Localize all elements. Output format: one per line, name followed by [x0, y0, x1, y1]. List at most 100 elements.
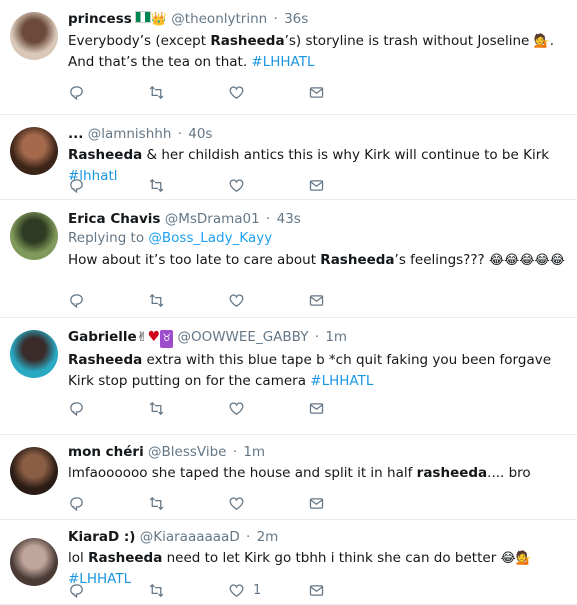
retweet-icon [148, 495, 165, 512]
reply-icon [68, 582, 85, 599]
envelope-icon [308, 177, 325, 194]
reply-button[interactable] [68, 493, 148, 513]
direct-message-button[interactable] [308, 580, 388, 600]
tweet-actions: 1 [68, 580, 388, 600]
display-name[interactable]: Gabrielle [68, 329, 137, 345]
retweet-button[interactable] [148, 290, 228, 310]
retweet-icon [148, 84, 165, 101]
display-name[interactable]: princess [68, 11, 132, 27]
nigeria-flag-icon [134, 11, 151, 23]
reply-to-link[interactable]: @Boss_Lady_Kayy [148, 230, 272, 246]
envelope-icon [308, 582, 325, 599]
retweet-button[interactable] [148, 175, 228, 195]
highlighted-keyword: Rasheeda [68, 352, 143, 368]
direct-message-button[interactable] [308, 290, 388, 310]
tweet-actions [68, 290, 388, 310]
text-segment: need to let Kirk go tbhh i think she can… [162, 550, 501, 566]
tweet-text: Everybody’s (except Rasheeda’s) storylin… [68, 31, 569, 73]
tweet[interactable]: princess 👑 @theonlytrinn · 36s Everybody’s… [0, 0, 577, 115]
tweet-actions [68, 82, 388, 102]
user-handle[interactable]: @KiaraaaaaaD [140, 529, 240, 545]
user-handle[interactable]: @theonlytrinn [171, 11, 267, 27]
reply-button[interactable] [68, 290, 148, 310]
like-icon [228, 292, 245, 309]
retweet-button[interactable] [148, 580, 228, 600]
tweet[interactable]: Gabrielle✌♥ ♉ @OOWWEE_GABBY · 1m Rasheeda … [0, 318, 577, 435]
reply-button[interactable] [68, 82, 148, 102]
direct-message-button[interactable] [308, 493, 388, 513]
display-name[interactable]: ... [68, 126, 83, 142]
reply-button[interactable] [68, 175, 148, 195]
timestamp[interactable]: 1m [243, 444, 265, 460]
timestamp[interactable]: 36s [284, 11, 308, 27]
tweet[interactable]: Erica Chavis @MsDrama01 · 43s Replying to… [0, 200, 577, 318]
user-handle[interactable]: @OOWWEE_GABBY [177, 329, 308, 345]
text-segment: ’s feelings??? [394, 252, 489, 268]
hashtag-link[interactable]: #LHHATL [251, 54, 314, 70]
display-name[interactable]: KiaraD :) [68, 529, 135, 545]
highlighted-keyword: Rasheeda [320, 252, 395, 268]
avatar[interactable] [10, 212, 58, 260]
display-name[interactable]: mon chéri [68, 444, 144, 460]
like-button[interactable] [228, 290, 308, 310]
separator-dot: · [261, 211, 275, 227]
separator-dot: · [269, 11, 283, 27]
like-button[interactable] [228, 175, 308, 195]
like-icon [228, 400, 245, 417]
envelope-icon [308, 84, 325, 101]
highlighted-keyword: Rasheeda [88, 550, 163, 566]
tweet-header: mon chéri @BlessVibe · 1m [68, 443, 569, 461]
tweet[interactable]: mon chéri @BlessVibe · 1m lmfaoooooo she … [0, 435, 577, 520]
avatar[interactable] [10, 447, 58, 495]
like-button[interactable] [228, 398, 308, 418]
user-handle[interactable]: @MsDrama01 [165, 211, 260, 227]
separator-dot: · [241, 529, 255, 545]
direct-message-button[interactable] [308, 175, 388, 195]
avatar[interactable] [10, 538, 58, 586]
user-handle[interactable]: @BlessVibe [148, 444, 226, 460]
separator-dot: · [228, 444, 242, 460]
reply-icon [68, 292, 85, 309]
avatar[interactable] [10, 127, 58, 175]
direct-message-button[interactable] [308, 82, 388, 102]
retweet-icon [148, 400, 165, 417]
tweet-actions [68, 175, 388, 195]
tweet-text: How about it’s too late to care about Ra… [68, 250, 569, 271]
emoji: 💁 [533, 34, 550, 49]
separator-dot: · [173, 126, 187, 142]
reply-button[interactable] [68, 398, 148, 418]
replying-to: Replying to @Boss_Lady_Kayy [68, 228, 569, 248]
tweet-header: princess 👑 @theonlytrinn · 36s [68, 10, 569, 29]
tweet[interactable]: KiaraD :) @KiaraaaaaaD · 2m lol Rasheeda … [0, 520, 577, 605]
highlighted-keyword: Rasheeda [68, 147, 143, 163]
user-handle[interactable]: @lamnishhh [88, 126, 172, 142]
like-button[interactable] [228, 82, 308, 102]
retweet-button[interactable] [148, 82, 228, 102]
timestamp[interactable]: 40s [188, 126, 212, 142]
reply-button[interactable] [68, 580, 148, 600]
victory-hand-icon: ✌ [136, 330, 148, 345]
emoji: 😂💁 [500, 551, 532, 566]
timestamp[interactable]: 43s [277, 211, 301, 227]
tweet[interactable]: ... @lamnishhh · 40s Rasheeda & her child… [0, 115, 577, 200]
text-segment: ’s) storyline is trash without Joseline [284, 33, 534, 49]
tweet-actions [68, 493, 388, 513]
like-icon [228, 84, 245, 101]
timestamp[interactable]: 2m [257, 529, 279, 545]
text-segment: lmfaoooooo she taped the house and split… [68, 465, 417, 481]
direct-message-button[interactable] [308, 398, 388, 418]
text-segment: How about it’s too late to care about [68, 252, 321, 268]
display-name[interactable]: Erica Chavis [68, 211, 160, 227]
avatar[interactable] [10, 12, 58, 60]
like-button[interactable] [228, 493, 308, 513]
timestamp[interactable]: 1m [325, 329, 347, 345]
retweet-icon [148, 177, 165, 194]
like-icon [228, 495, 245, 512]
like-button[interactable]: 1 [228, 580, 308, 600]
avatar[interactable] [10, 330, 58, 378]
retweet-button[interactable] [148, 493, 228, 513]
retweet-button[interactable] [148, 398, 228, 418]
emoji: 😂😂😂😂😂 [488, 253, 565, 268]
hashtag-link[interactable]: #LHHATL [310, 373, 373, 389]
retweet-icon [148, 292, 165, 309]
